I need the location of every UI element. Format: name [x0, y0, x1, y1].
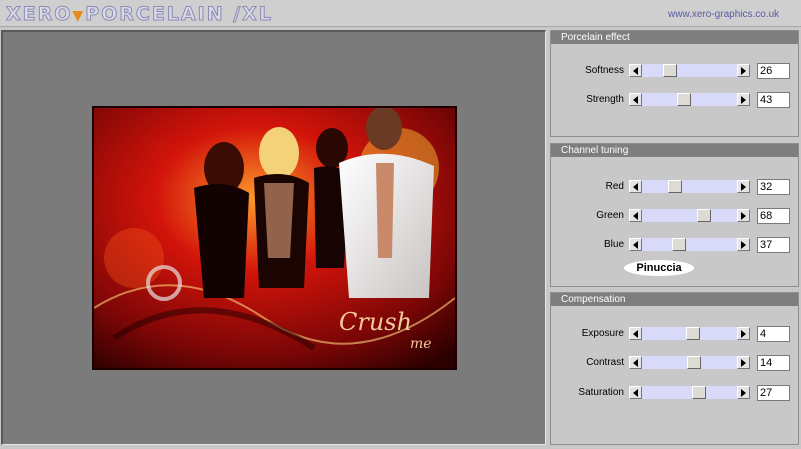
slider-thumb[interactable] [692, 386, 706, 399]
value-field[interactable]: 32 [757, 179, 790, 195]
overlay-text-me: me [410, 336, 432, 352]
right-arrow-icon[interactable] [737, 93, 750, 106]
left-arrow-icon[interactable] [629, 238, 642, 251]
preview-image: Crush me [92, 106, 457, 370]
channel-panel: Channel tuning Red 32 Green 68 Blue 37 P… [550, 143, 799, 287]
right-arrow-icon[interactable] [737, 238, 750, 251]
value-field[interactable]: 37 [757, 237, 790, 253]
slider-track[interactable] [642, 356, 737, 369]
slider-label: Saturation [578, 387, 624, 398]
left-arrow-icon[interactable] [629, 209, 642, 222]
slider-label: Exposure [581, 328, 624, 339]
slider-row-softness: Softness 26 [551, 63, 798, 79]
overlay-text-crush: Crush [339, 308, 412, 336]
panel-title: Porcelain effect [551, 31, 798, 44]
slider-row-saturation: Saturation 27 [551, 385, 798, 401]
slider-label: Red [605, 181, 624, 192]
left-arrow-icon[interactable] [629, 180, 642, 193]
slider-track[interactable] [642, 93, 737, 106]
panel-title: Compensation [551, 293, 798, 306]
slider-track[interactable] [642, 64, 737, 77]
slider-thumb[interactable] [672, 238, 686, 251]
left-arrow-icon[interactable] [629, 356, 642, 369]
left-arrow-icon[interactable] [629, 386, 642, 399]
slider-row-blue: Blue 37 [551, 237, 798, 253]
value-field[interactable]: 27 [757, 385, 790, 401]
slider-row-exposure: Exposure 4 [551, 326, 798, 342]
slider-label: Softness [585, 65, 624, 76]
preview-area: Crush me [1, 30, 546, 445]
slider-row-strength: Strength 43 [551, 92, 798, 108]
slider-thumb[interactable] [668, 180, 682, 193]
preview-artwork: Crush me [94, 108, 455, 368]
slider-track[interactable] [642, 180, 737, 193]
value-field[interactable]: 26 [757, 63, 790, 79]
compensation-panel: Compensation Exposure 4 Contrast 14 Satu… [550, 292, 799, 445]
panel-title: Channel tuning [551, 144, 798, 157]
slider-thumb[interactable] [697, 209, 711, 222]
slider-track[interactable] [642, 386, 737, 399]
app-title: XERO▼PORCELAIN /XL [5, 3, 273, 26]
value-field[interactable]: 68 [757, 208, 790, 224]
site-link[interactable]: www.xero-graphics.co.uk [668, 9, 779, 20]
slider-label: Contrast [586, 357, 624, 368]
right-arrow-icon[interactable] [737, 64, 750, 77]
app-title-right: PORCELAIN /XL [85, 3, 273, 26]
porcelain-panel: Porcelain effect Softness 26 Strength 43 [550, 30, 799, 137]
triangle-icon: ▼ [72, 8, 86, 24]
app-title-left: XERO [5, 3, 73, 26]
slider-label: Blue [603, 239, 624, 250]
value-field[interactable]: 43 [757, 92, 790, 108]
right-arrow-icon[interactable] [737, 180, 750, 193]
value-field[interactable]: 4 [757, 326, 790, 342]
slider-track[interactable] [642, 327, 737, 340]
slider-thumb[interactable] [663, 64, 677, 77]
slider-label: Strength [586, 94, 624, 105]
slider-label: Green [596, 210, 624, 221]
right-arrow-icon[interactable] [737, 356, 750, 369]
value-field[interactable]: 14 [757, 355, 790, 371]
slider-thumb[interactable] [677, 93, 691, 106]
left-arrow-icon[interactable] [629, 93, 642, 106]
left-arrow-icon[interactable] [629, 64, 642, 77]
left-arrow-icon[interactable] [629, 327, 642, 340]
title-bar: XERO▼PORCELAIN /XL www.xero-graphics.co.… [0, 0, 801, 27]
watermark-badge: Pinuccia [624, 260, 694, 276]
slider-track[interactable] [642, 209, 737, 222]
slider-row-green: Green 68 [551, 208, 798, 224]
right-arrow-icon[interactable] [737, 209, 750, 222]
slider-thumb[interactable] [686, 327, 700, 340]
slider-track[interactable] [642, 238, 737, 251]
slider-row-red: Red 32 [551, 179, 798, 195]
slider-row-contrast: Contrast 14 [551, 355, 798, 371]
right-arrow-icon[interactable] [737, 327, 750, 340]
slider-thumb[interactable] [687, 356, 701, 369]
right-arrow-icon[interactable] [737, 386, 750, 399]
